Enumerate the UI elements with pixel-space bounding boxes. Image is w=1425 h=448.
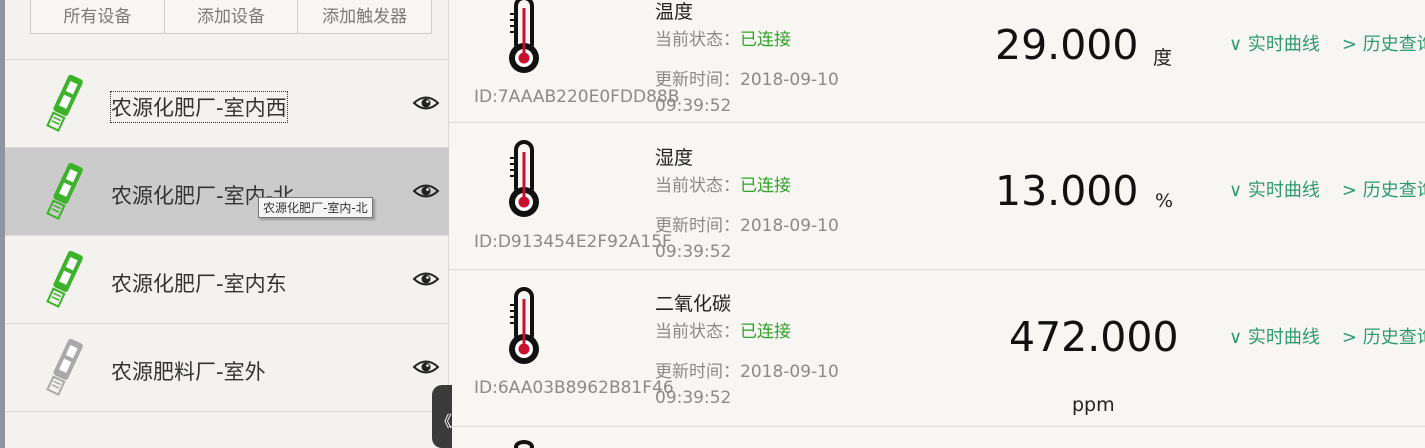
realtime-curve-link[interactable]: ∨ 实时曲线 bbox=[1229, 180, 1320, 201]
sensor-links: ∨ 实时曲线 > 历史查询 bbox=[1229, 30, 1425, 56]
device-item-outdoor[interactable]: 农源肥料厂-室外 bbox=[5, 324, 449, 412]
device-name: 农源化肥厂-室内东 bbox=[111, 272, 287, 296]
green-device-icon bbox=[46, 250, 83, 308]
sensor-panel: 温度 当前状态：已连接 更新时间：2018-09-10 09:39:52 ID:… bbox=[449, 0, 1425, 448]
sensor-row-temperature: 温度 当前状态：已连接 更新时间：2018-09-10 09:39:52 ID:… bbox=[449, 0, 1425, 123]
thermometer-icon bbox=[509, 0, 539, 73]
sensor-links: ∨ 实时曲线 > 历史查询 bbox=[1229, 323, 1425, 349]
sensor-id: ID:7AAAB220E0FDD88B bbox=[474, 87, 680, 107]
history-query-link[interactable]: > 历史查询 bbox=[1342, 180, 1425, 201]
sensor-id: ID:D913454E2F92A15F bbox=[474, 232, 672, 252]
sensor-update-time: 更新时间：2018-09-10 09:39:52 bbox=[655, 362, 839, 408]
tab-all-devices[interactable]: 所有设备 bbox=[31, 0, 165, 33]
device-name: 农源肥料厂-室外 bbox=[111, 360, 266, 384]
sensor-status: 当前状态：已连接 bbox=[655, 322, 791, 342]
thermometer-icon bbox=[509, 140, 539, 217]
eye-icon[interactable] bbox=[413, 93, 439, 113]
sensor-name: 二氧化碳 bbox=[655, 293, 732, 315]
eye-icon[interactable] bbox=[413, 269, 439, 289]
sensor-value: 472.000 bbox=[1009, 313, 1179, 361]
tab-add-device[interactable]: 添加设备 bbox=[165, 0, 299, 33]
green-device-icon bbox=[46, 74, 83, 132]
sensor-update-time: 更新时间：2018-09-10 09:39:52 bbox=[655, 70, 839, 116]
thermometer-icon bbox=[514, 440, 534, 448]
tab-add-trigger[interactable]: 添加触发器 bbox=[298, 0, 431, 33]
sensor-row-humidity: 湿度 当前状态：已连接 更新时间：2018-09-10 09:39:52 ID:… bbox=[449, 123, 1425, 270]
sensor-unit: % bbox=[1155, 190, 1174, 212]
gray-device-icon bbox=[46, 338, 83, 396]
sidebar-tabs: 所有设备 添加设备 添加触发器 bbox=[30, 0, 432, 34]
sensor-links: ∨ 实时曲线 > 历史查询 bbox=[1229, 176, 1425, 202]
sensor-unit: ppm bbox=[1072, 394, 1115, 416]
sensor-value: 13.000 bbox=[995, 167, 1139, 215]
sensor-id: ID:6AA03B8962B81F46 bbox=[474, 378, 674, 398]
sensor-name: 温度 bbox=[655, 1, 694, 23]
green-device-icon bbox=[46, 162, 83, 220]
sensor-status: 当前状态：已连接 bbox=[655, 176, 791, 196]
sensor-status: 当前状态：已连接 bbox=[655, 30, 791, 50]
sensor-name: 湿度 bbox=[655, 147, 694, 169]
device-list: 农源化肥厂-室内西 农源化肥厂-室内-北 农源化肥厂-室内东 农源肥料厂-室外 bbox=[5, 59, 449, 412]
sidebar: 所有设备 添加设备 添加触发器 农源化肥厂-室内西 农源化肥厂-室内-北 农源化… bbox=[5, 0, 449, 448]
realtime-curve-link[interactable]: ∨ 实时曲线 bbox=[1229, 327, 1320, 348]
sensor-value: 29.000 bbox=[995, 21, 1139, 69]
sensor-update-time: 更新时间：2018-09-10 09:39:52 bbox=[655, 216, 839, 262]
sensor-row-co2: 二氧化碳 当前状态：已连接 更新时间：2018-09-10 09:39:52 I… bbox=[449, 270, 1425, 427]
thermometer-icon bbox=[509, 287, 539, 364]
history-query-link[interactable]: > 历史查询 bbox=[1342, 34, 1425, 55]
realtime-curve-link[interactable]: ∨ 实时曲线 bbox=[1229, 34, 1320, 55]
history-query-link[interactable]: > 历史查询 bbox=[1342, 327, 1425, 348]
device-item-indoor-north[interactable]: 农源化肥厂-室内-北 bbox=[5, 148, 449, 236]
device-name-tooltip: 农源化肥厂-室内-北 bbox=[258, 197, 373, 218]
device-name: 农源化肥厂-室内西 bbox=[110, 91, 288, 123]
eye-icon[interactable] bbox=[413, 181, 439, 201]
sensor-unit: 度 bbox=[1153, 47, 1173, 69]
device-item-indoor-east[interactable]: 农源化肥厂-室内东 bbox=[5, 236, 449, 324]
eye-icon[interactable] bbox=[413, 357, 439, 377]
device-item-indoor-west[interactable]: 农源化肥厂-室内西 bbox=[5, 60, 449, 148]
